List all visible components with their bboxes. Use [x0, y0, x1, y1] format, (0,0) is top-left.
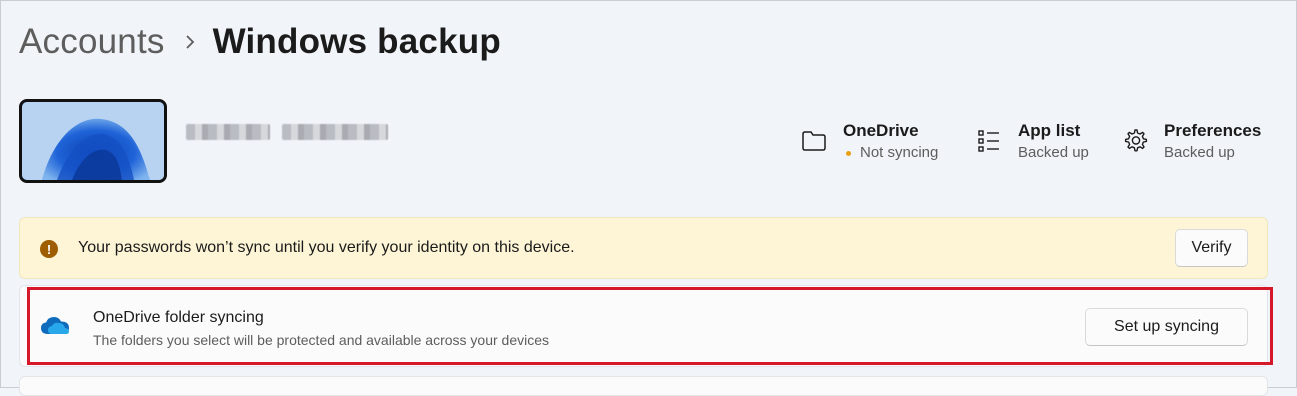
status-app-list-sub: Backed up	[1018, 144, 1089, 161]
list-icon	[974, 126, 1004, 156]
device-wallpaper-image	[19, 99, 167, 183]
status-preferences-sub: Backed up	[1164, 144, 1235, 161]
onedrive-cloud-icon	[40, 315, 70, 340]
onedrive-folder-syncing-card: OneDrive folder syncing The folders you …	[19, 285, 1268, 367]
status-onedrive-title: OneDrive	[843, 121, 919, 140]
status-app-list[interactable]: App list Backed up	[974, 120, 1089, 164]
breadcrumb: Accounts Windows backup	[19, 18, 501, 66]
warning-icon: !	[40, 240, 58, 258]
breadcrumb-accounts-link[interactable]: Accounts	[19, 22, 165, 62]
password-warning-banner: ! Your passwords won’t sync until you ve…	[19, 217, 1268, 279]
status-preferences[interactable]: Preferences Backed up	[1120, 120, 1261, 164]
folder-icon	[799, 126, 829, 156]
status-preferences-title: Preferences	[1164, 121, 1262, 140]
status-onedrive-sub: Not syncing	[860, 144, 939, 161]
warning-text: Your passwords won’t sync until you veri…	[78, 239, 575, 256]
status-dot-icon	[846, 150, 851, 156]
status-app-list-title: App list	[1018, 121, 1081, 140]
status-onedrive[interactable]: OneDrive Not syncing	[799, 120, 938, 164]
verify-button[interactable]: Verify	[1175, 229, 1248, 267]
next-settings-card	[19, 376, 1268, 396]
onedrive-card-subtitle: The folders you select will be protected…	[93, 332, 550, 348]
device-name-redacted	[186, 117, 390, 147]
redacted-block	[186, 124, 270, 140]
chevron-right-icon	[185, 34, 195, 50]
set-up-syncing-button[interactable]: Set up syncing	[1085, 308, 1248, 346]
onedrive-card-title: OneDrive folder syncing	[93, 309, 264, 326]
redacted-block	[282, 124, 388, 140]
gear-icon	[1120, 126, 1150, 156]
page-title: Windows backup	[212, 22, 501, 61]
